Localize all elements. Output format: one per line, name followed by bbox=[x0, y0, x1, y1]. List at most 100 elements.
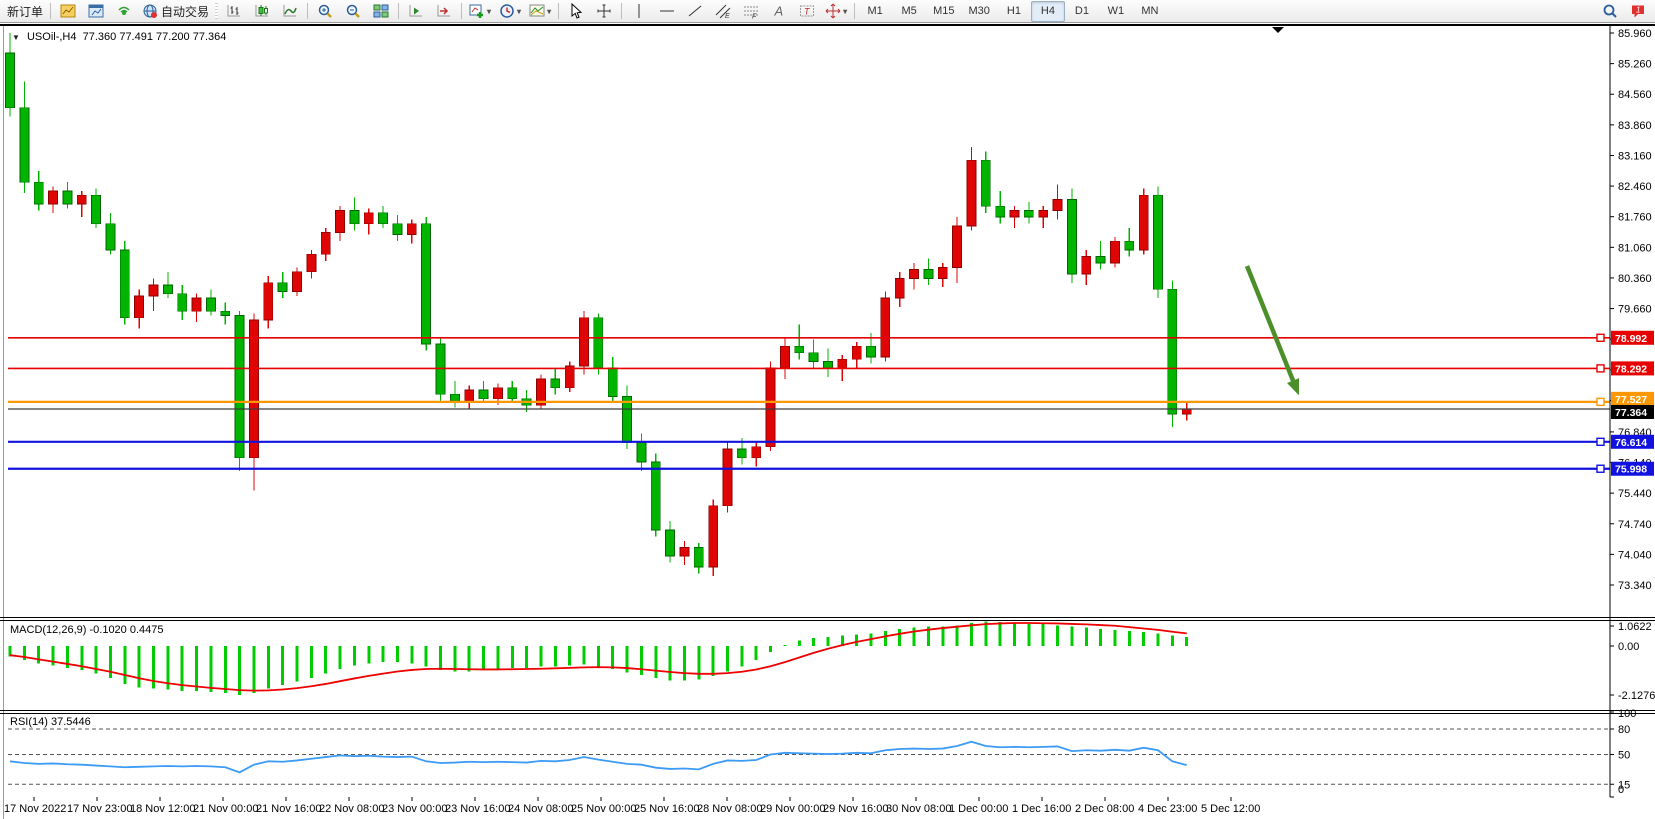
timeframe-m15-button[interactable]: M15 bbox=[926, 1, 961, 22]
tile-windows-button[interactable] bbox=[367, 1, 395, 22]
profiles-button[interactable] bbox=[82, 1, 110, 22]
periods-button[interactable]: ▾ bbox=[495, 1, 525, 22]
candle-body bbox=[1168, 289, 1177, 414]
vertical-line-button[interactable] bbox=[625, 1, 653, 22]
search-button[interactable] bbox=[1596, 1, 1624, 22]
chart-window[interactable]: 85.96085.26084.56083.86083.16082.46081.7… bbox=[0, 0, 1655, 819]
time-tick-label: 25 Nov 00:00 bbox=[571, 803, 636, 815]
price-tag-label: 75.998 bbox=[1615, 464, 1647, 476]
new-order-button[interactable]: 新订单 bbox=[3, 1, 47, 22]
zoom-in-button[interactable] bbox=[311, 1, 339, 22]
toolbar-separator bbox=[558, 3, 559, 19]
timeframe-m1-button[interactable]: M1 bbox=[858, 1, 892, 22]
signals-button[interactable] bbox=[110, 1, 138, 22]
equidistant-channel-icon: E bbox=[715, 3, 731, 19]
text-button[interactable]: A bbox=[765, 1, 793, 22]
candle-body bbox=[364, 213, 373, 224]
candle-body bbox=[293, 272, 302, 292]
price-tick-label: 84.560 bbox=[1618, 89, 1652, 101]
candlestick-button[interactable] bbox=[248, 1, 276, 22]
equidistant-channel-button[interactable]: E bbox=[709, 1, 737, 22]
symbol-timeframe-label: USOil-,H4 bbox=[27, 31, 77, 43]
toolbar-separator bbox=[50, 3, 51, 19]
candlestick-icon bbox=[254, 3, 270, 19]
time-tick-label: 1 Dec 00:00 bbox=[949, 803, 1008, 815]
zoom-in-icon bbox=[317, 3, 333, 19]
crosshair-button[interactable] bbox=[590, 1, 618, 22]
horizontal-line-button[interactable] bbox=[653, 1, 681, 22]
text-label-icon: T bbox=[799, 3, 815, 19]
macd-tick-label: -2.1276 bbox=[1618, 690, 1655, 702]
candle-body bbox=[838, 359, 847, 368]
time-tick-label: 5 Dec 12:00 bbox=[1201, 803, 1260, 815]
candle-body bbox=[666, 530, 675, 556]
tile-windows-icon bbox=[373, 3, 389, 19]
candle-body bbox=[235, 316, 244, 458]
chart-shift-button[interactable] bbox=[402, 1, 430, 22]
time-tick-label: 17 Nov 2022 bbox=[4, 803, 66, 815]
timeframe-d1-button[interactable]: D1 bbox=[1065, 1, 1099, 22]
bar-chart-button[interactable] bbox=[220, 1, 248, 22]
autotrading-button[interactable]: 自动交易 bbox=[138, 1, 213, 22]
candle-body bbox=[1039, 211, 1048, 218]
price-tick-label: 83.860 bbox=[1618, 120, 1652, 132]
indicators-button[interactable]: ▾ bbox=[465, 1, 495, 22]
new-chart-button[interactable] bbox=[54, 1, 82, 22]
candle-body bbox=[264, 283, 273, 320]
time-tick-label: 2 Dec 08:00 bbox=[1075, 803, 1134, 815]
candle-body bbox=[809, 353, 818, 362]
candle-body bbox=[881, 298, 890, 357]
fibonacci-button[interactable]: F bbox=[737, 1, 765, 22]
chevron-down-icon: ▾ bbox=[843, 7, 847, 16]
time-tick-label: 17 Nov 23:00 bbox=[67, 803, 132, 815]
candle-body bbox=[192, 298, 201, 311]
vertical-line-icon bbox=[631, 3, 647, 19]
candle-body bbox=[249, 320, 258, 458]
indicators-icon bbox=[469, 3, 485, 19]
candle-body bbox=[910, 270, 919, 279]
arrows-tool-icon bbox=[825, 3, 841, 19]
candle-body bbox=[709, 506, 718, 567]
rsi-tick-label: 50 bbox=[1618, 750, 1630, 762]
chart-menu-icon[interactable]: ▼ bbox=[12, 33, 20, 42]
timeframe-m30-button[interactable]: M30 bbox=[962, 1, 997, 22]
candle-body bbox=[1125, 241, 1134, 250]
chart-background bbox=[0, 23, 1655, 819]
trend-line-icon bbox=[687, 3, 703, 19]
fibonacci-icon: F bbox=[743, 3, 759, 19]
timeframe-h1-button[interactable]: H1 bbox=[997, 1, 1031, 22]
auto-scroll-button[interactable] bbox=[430, 1, 458, 22]
hline-handle[interactable] bbox=[1597, 438, 1604, 445]
text-label-button[interactable]: T bbox=[793, 1, 821, 22]
timeframe-m5-button[interactable]: M5 bbox=[892, 1, 926, 22]
candle-body bbox=[1010, 211, 1019, 218]
time-tick-label: 25 Nov 16:00 bbox=[634, 803, 699, 815]
text-icon: A bbox=[771, 3, 787, 19]
hline-handle[interactable] bbox=[1597, 365, 1604, 372]
time-tick-label: 18 Nov 12:00 bbox=[130, 803, 195, 815]
price-tick-label: 79.660 bbox=[1618, 304, 1652, 316]
templates-button[interactable]: ▾ bbox=[525, 1, 555, 22]
timeframe-mn-button[interactable]: MN bbox=[1133, 1, 1167, 22]
candle-body bbox=[1024, 211, 1033, 218]
hline-handle[interactable] bbox=[1597, 398, 1604, 405]
hline-handle[interactable] bbox=[1597, 465, 1604, 472]
toolbar-separator bbox=[621, 3, 622, 19]
arrows-tool-button[interactable]: ▾ bbox=[821, 1, 851, 22]
cursor-button[interactable] bbox=[562, 1, 590, 22]
hline-handle[interactable] bbox=[1597, 334, 1604, 341]
price-tick-label: 85.260 bbox=[1618, 59, 1652, 71]
trend-line-button[interactable] bbox=[681, 1, 709, 22]
notifications-button[interactable]: 1 bbox=[1624, 1, 1652, 22]
candle-body bbox=[1154, 195, 1163, 289]
time-tick-label: 1 Dec 16:00 bbox=[1012, 803, 1071, 815]
timeframe-w1-button[interactable]: W1 bbox=[1099, 1, 1133, 22]
zoom-out-button[interactable] bbox=[339, 1, 367, 22]
macd-name: MACD(12,26,9) bbox=[10, 624, 86, 636]
candle-body bbox=[867, 346, 876, 357]
timeframe-h4-button[interactable]: H4 bbox=[1031, 1, 1065, 22]
candle-body bbox=[996, 206, 1005, 217]
line-chart-button[interactable] bbox=[276, 1, 304, 22]
candle-body bbox=[92, 195, 101, 223]
chevron-down-icon: ▾ bbox=[547, 7, 551, 16]
